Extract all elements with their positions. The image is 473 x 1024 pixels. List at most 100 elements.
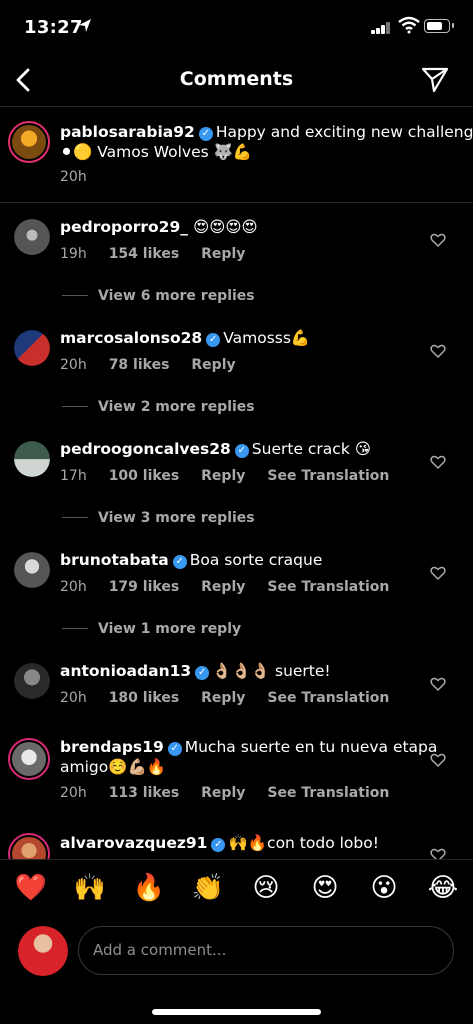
comment-line: brendaps19 ✓ Mucha suerte en tu nueva etap… <box>60 736 437 758</box>
comment-username[interactable]: pedroporro29_ <box>60 218 188 236</box>
comment-meta: 20h 78 likes Reply <box>60 357 258 373</box>
comment-username[interactable]: alvarovazquez91 <box>60 834 207 852</box>
comment-username[interactable]: antonioadan13 <box>60 662 191 680</box>
reaction-surprised[interactable]: 😮 <box>364 873 404 903</box>
comment-text: Suerte crack 😘 <box>251 440 371 458</box>
comment-line: antonioadan13 ✓ 👌🏼👌🏼👌🏼 suerte! <box>60 660 331 682</box>
caption-username[interactable]: pablosarabia92 <box>60 123 195 141</box>
page-title: Comments <box>179 68 294 90</box>
avatar[interactable] <box>8 121 50 163</box>
verified-badge-icon: ✓ <box>206 333 221 347</box>
comment-username[interactable]: brunotabata <box>60 551 169 569</box>
comment-time: 20h <box>60 357 87 373</box>
caption-time: 20h <box>60 169 87 185</box>
home-indicator <box>152 1009 321 1015</box>
verified-badge-icon: ✓ <box>172 555 187 569</box>
comment-meta: 19h 154 likes Reply <box>60 246 267 262</box>
comment-username[interactable]: marcosalonso28 <box>60 329 202 347</box>
reply-button[interactable]: Reply <box>201 579 245 595</box>
comment-text: Vamosss💪 <box>223 329 311 347</box>
verified-badge-icon: ✓ <box>234 444 249 458</box>
reaction-heart[interactable]: ❤️ <box>11 873 51 903</box>
caption-divider <box>0 202 473 203</box>
like-heart-icon[interactable] <box>430 752 446 768</box>
reaction-clap[interactable]: 👏 <box>188 873 228 903</box>
likes-count[interactable]: 78 likes <box>109 357 170 373</box>
reaction-laughing[interactable]: 😂 <box>423 873 463 903</box>
likes-count[interactable]: 179 likes <box>109 579 179 595</box>
comment-text: Boa sorte craque <box>189 551 323 569</box>
verified-badge-icon: ✓ <box>167 742 182 756</box>
comment-time: 17h <box>60 468 87 484</box>
comment-time: 20h <box>60 690 87 706</box>
comment-time: 19h <box>60 246 87 262</box>
avatar[interactable] <box>14 552 50 588</box>
location-arrow-icon <box>79 19 91 32</box>
avatar[interactable] <box>14 663 50 699</box>
caption-text: Happy and exciting new challenge <box>215 123 473 141</box>
comment-time: 20h <box>60 579 87 595</box>
reply-button[interactable]: Reply <box>201 468 245 484</box>
like-heart-icon[interactable] <box>430 232 446 248</box>
comment-meta: 20h 113 likes Reply See Translation <box>60 785 411 801</box>
caption-line-1: pablosarabia92 ✓ Happy and exciting new ch… <box>60 121 473 143</box>
comment-meta: 17h 100 likes Reply See Translation <box>60 468 411 484</box>
verified-badge-icon: ✓ <box>211 838 226 852</box>
likes-count[interactable]: 113 likes <box>109 785 179 801</box>
caption-line-2: ⚫🟡 Vamos Wolves 🐺💪 <box>60 143 253 161</box>
comment-line: brunotabata ✓ Boa sorte craque <box>60 549 322 571</box>
reaction-crying[interactable]: 😢 <box>246 873 286 903</box>
comment-username[interactable]: pedroogoncalves28 <box>60 440 231 458</box>
likes-count[interactable]: 180 likes <box>109 690 179 706</box>
see-translation-button[interactable]: See Translation <box>267 579 389 595</box>
likes-count[interactable]: 154 likes <box>109 246 179 262</box>
comment-line: alvarovazquez91 ✓ 🙌🔥con todo lobo! <box>60 832 379 854</box>
reply-button[interactable]: Reply <box>191 357 235 373</box>
comment-line: pedroogoncalves28 ✓ Suerte crack 😘 <box>60 438 371 460</box>
see-translation-button[interactable]: See Translation <box>267 468 389 484</box>
view-more-replies-button[interactable]: View 1 more reply <box>62 621 241 637</box>
see-translation-button[interactable]: See Translation <box>267 690 389 706</box>
avatar[interactable] <box>14 441 50 477</box>
reaction-fire[interactable]: 🔥 <box>129 873 169 903</box>
cellular-signal-icon <box>371 22 391 34</box>
direct-message-icon[interactable] <box>420 66 450 94</box>
comment-meta: 20h 180 likes Reply See Translation <box>60 690 411 706</box>
avatar[interactable] <box>14 219 50 255</box>
avatar[interactable] <box>8 738 50 780</box>
current-user-avatar <box>18 926 68 976</box>
view-more-replies-button[interactable]: View 3 more replies <box>62 510 255 526</box>
comment-line: marcosalonso28 ✓ Vamosss💪 <box>60 327 310 349</box>
reply-button[interactable]: Reply <box>201 246 245 262</box>
comment-text: 😍😍😍😍 <box>192 218 258 236</box>
wifi-icon <box>398 16 420 34</box>
avatar[interactable] <box>14 330 50 366</box>
view-more-replies-button[interactable]: View 6 more replies <box>62 288 255 304</box>
verified-badge-icon: ✓ <box>195 666 210 680</box>
see-translation-button[interactable]: See Translation <box>267 785 389 801</box>
comment-time: 20h <box>60 785 87 801</box>
comment-text-line-2: amigo☺️💪🏼🔥 <box>60 758 167 776</box>
like-heart-icon[interactable] <box>430 565 446 581</box>
reply-button[interactable]: Reply <box>201 785 245 801</box>
comment-input[interactable]: Add a comment... <box>78 926 454 975</box>
like-heart-icon[interactable] <box>430 454 446 470</box>
reaction-raised-hands[interactable]: 🙌 <box>70 873 110 903</box>
verified-badge-icon: ✓ <box>198 127 213 141</box>
like-heart-icon[interactable] <box>430 343 446 359</box>
reactions-divider <box>0 859 473 860</box>
header-divider <box>0 106 473 107</box>
likes-count[interactable]: 100 likes <box>109 468 179 484</box>
view-more-replies-button[interactable]: View 2 more replies <box>62 399 255 415</box>
comment-username[interactable]: brendaps19 <box>60 738 164 756</box>
comment-line: pedroporro29_ 😍😍😍😍 <box>60 216 258 238</box>
comment-text: Mucha suerte en tu nueva etapa <box>184 738 438 756</box>
like-heart-icon[interactable] <box>430 676 446 692</box>
comment-text: 👌🏼👌🏼👌🏼 suerte! <box>212 662 331 680</box>
reply-button[interactable]: Reply <box>201 690 245 706</box>
battery-icon <box>424 19 454 33</box>
status-time: 13:27 <box>24 17 83 38</box>
reaction-heart-eyes[interactable]: 😍 <box>305 873 345 903</box>
comment-meta: 20h 179 likes Reply See Translation <box>60 579 411 595</box>
comment-text: 🙌🔥con todo lobo! <box>228 834 379 852</box>
